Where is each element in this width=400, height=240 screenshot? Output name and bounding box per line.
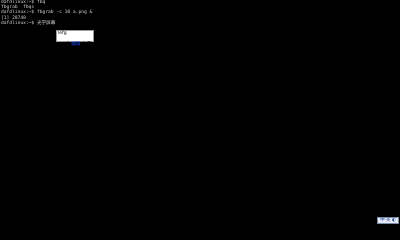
ime-candidate-window: lefg 1.咖啡 2.是 — [56, 30, 94, 47]
terminal-prompt-line[interactable]: dafdlinux:~$ 光学屏幕 — [1, 21, 399, 26]
candidate-text: 咖啡 — [71, 41, 81, 47]
ime-status-tray[interactable]: 中·英 ◐ — [377, 217, 399, 224]
terminal-output[interactable]: dafdlinux:~$ fbq fbgrab fbqs dafdlinux:~… — [1, 0, 399, 26]
ime-candidate-list: 1.咖啡 2.是 — [58, 36, 93, 52]
ime-candidate-1[interactable]: 1.咖啡 — [67, 42, 81, 47]
desktop-screen: dafdlinux:~$ fbq fbgrab fbqs dafdlinux:~… — [0, 0, 400, 225]
candidate-text: 是 — [86, 41, 92, 47]
ime-candidate-2[interactable]: 2.是 — [82, 42, 91, 47]
